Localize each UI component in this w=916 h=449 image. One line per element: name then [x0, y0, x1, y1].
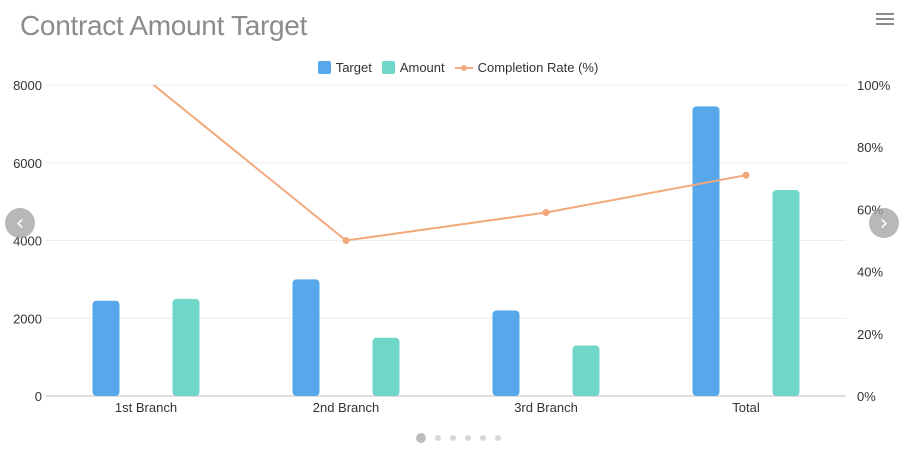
chart-canvas: 020004000600080000%20%40%60%80%100%1st B…	[13, 78, 891, 415]
chevron-left-icon[interactable]: ‹	[5, 208, 35, 238]
bar-target	[692, 106, 720, 396]
chevron-right-icon[interactable]: ›	[869, 208, 899, 238]
x-tick-label: 3rd Branch	[514, 400, 578, 415]
y-right-tick-label: 80%	[857, 140, 883, 155]
line-completion-rate	[152, 85, 747, 242]
point-completion-rate	[742, 171, 750, 179]
pagination-dot[interactable]	[479, 435, 486, 441]
pagination-dot[interactable]	[449, 435, 456, 441]
y-right-tick-label: 40%	[857, 265, 883, 280]
x-tick-label: 1st Branch	[115, 400, 177, 415]
x-tick-label: Total	[732, 400, 760, 415]
y-left-tick-label: 6000	[13, 156, 42, 171]
bar-amount	[572, 345, 600, 396]
pagination-dots	[0, 433, 916, 443]
pagination-dot[interactable]	[464, 435, 471, 441]
pagination-dot[interactable]	[494, 435, 501, 441]
bar-target	[92, 300, 120, 396]
y-right-tick-label: 20%	[857, 327, 883, 342]
point-completion-rate	[542, 209, 550, 217]
bar-amount	[172, 298, 200, 396]
pagination-dot[interactable]	[434, 435, 441, 441]
y-left-tick-label: 2000	[13, 311, 42, 326]
y-right-tick-label: 100%	[857, 78, 891, 93]
pagination-dot[interactable]	[415, 433, 426, 443]
y-left-tick-label: 8000	[13, 78, 42, 93]
point-completion-rate	[342, 237, 350, 244]
bar-amount	[772, 189, 800, 396]
bar-target	[292, 279, 320, 396]
bar-target	[492, 310, 520, 396]
bar-amount	[372, 337, 400, 396]
y-right-tick-label: 0%	[857, 389, 876, 404]
y-left-tick-label: 0	[35, 389, 42, 404]
x-tick-label: 2nd Branch	[313, 400, 380, 415]
